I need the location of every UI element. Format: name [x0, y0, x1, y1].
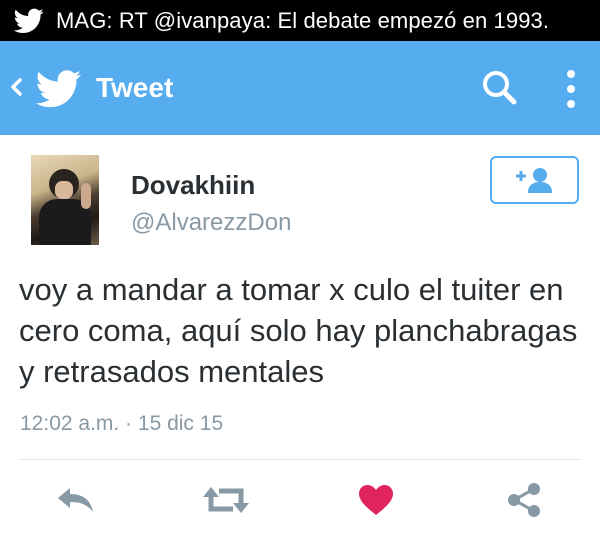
more-vertical-icon[interactable]	[560, 68, 582, 110]
reply-button[interactable]	[54, 480, 98, 520]
notification-text: MAG: RT @ivanpaya: El debate empezó en 1…	[56, 7, 550, 33]
avatar-arm	[81, 183, 91, 209]
reply-icon	[58, 488, 93, 512]
tweet-timestamp[interactable]: 12:02 a.m. · 15 dic 15	[20, 412, 223, 436]
twitter-bird-icon	[14, 8, 44, 33]
retweet-icon	[203, 487, 249, 513]
retweet-button[interactable]	[200, 480, 252, 520]
follow-button[interactable]	[490, 156, 579, 204]
share-icon	[508, 483, 540, 517]
divider	[20, 459, 580, 460]
heart-icon	[359, 485, 393, 515]
search-icon[interactable]	[480, 68, 520, 108]
app-bar: Tweet	[0, 41, 600, 135]
avatar[interactable]	[31, 155, 99, 245]
status-bar: MAG: RT @ivanpaya: El debate empezó en 1…	[0, 0, 600, 41]
page-title: Tweet	[96, 72, 174, 103]
avatar-face	[55, 181, 73, 199]
author-display-name[interactable]: Dovakhiin	[131, 170, 255, 201]
tweet-text: voy a mandar a tomar x culo el tuiter en…	[19, 272, 578, 389]
tweet-detail: Dovakhiin @AlvarezzDon voy a mandar a to…	[0, 135, 600, 555]
share-button[interactable]	[504, 480, 544, 520]
author-username[interactable]: @AlvarezzDon	[131, 209, 291, 237]
add-user-icon	[516, 168, 552, 193]
twitter-bird-icon[interactable]	[36, 70, 82, 108]
chevron-left-icon[interactable]	[8, 74, 24, 100]
like-button[interactable]	[356, 480, 396, 520]
